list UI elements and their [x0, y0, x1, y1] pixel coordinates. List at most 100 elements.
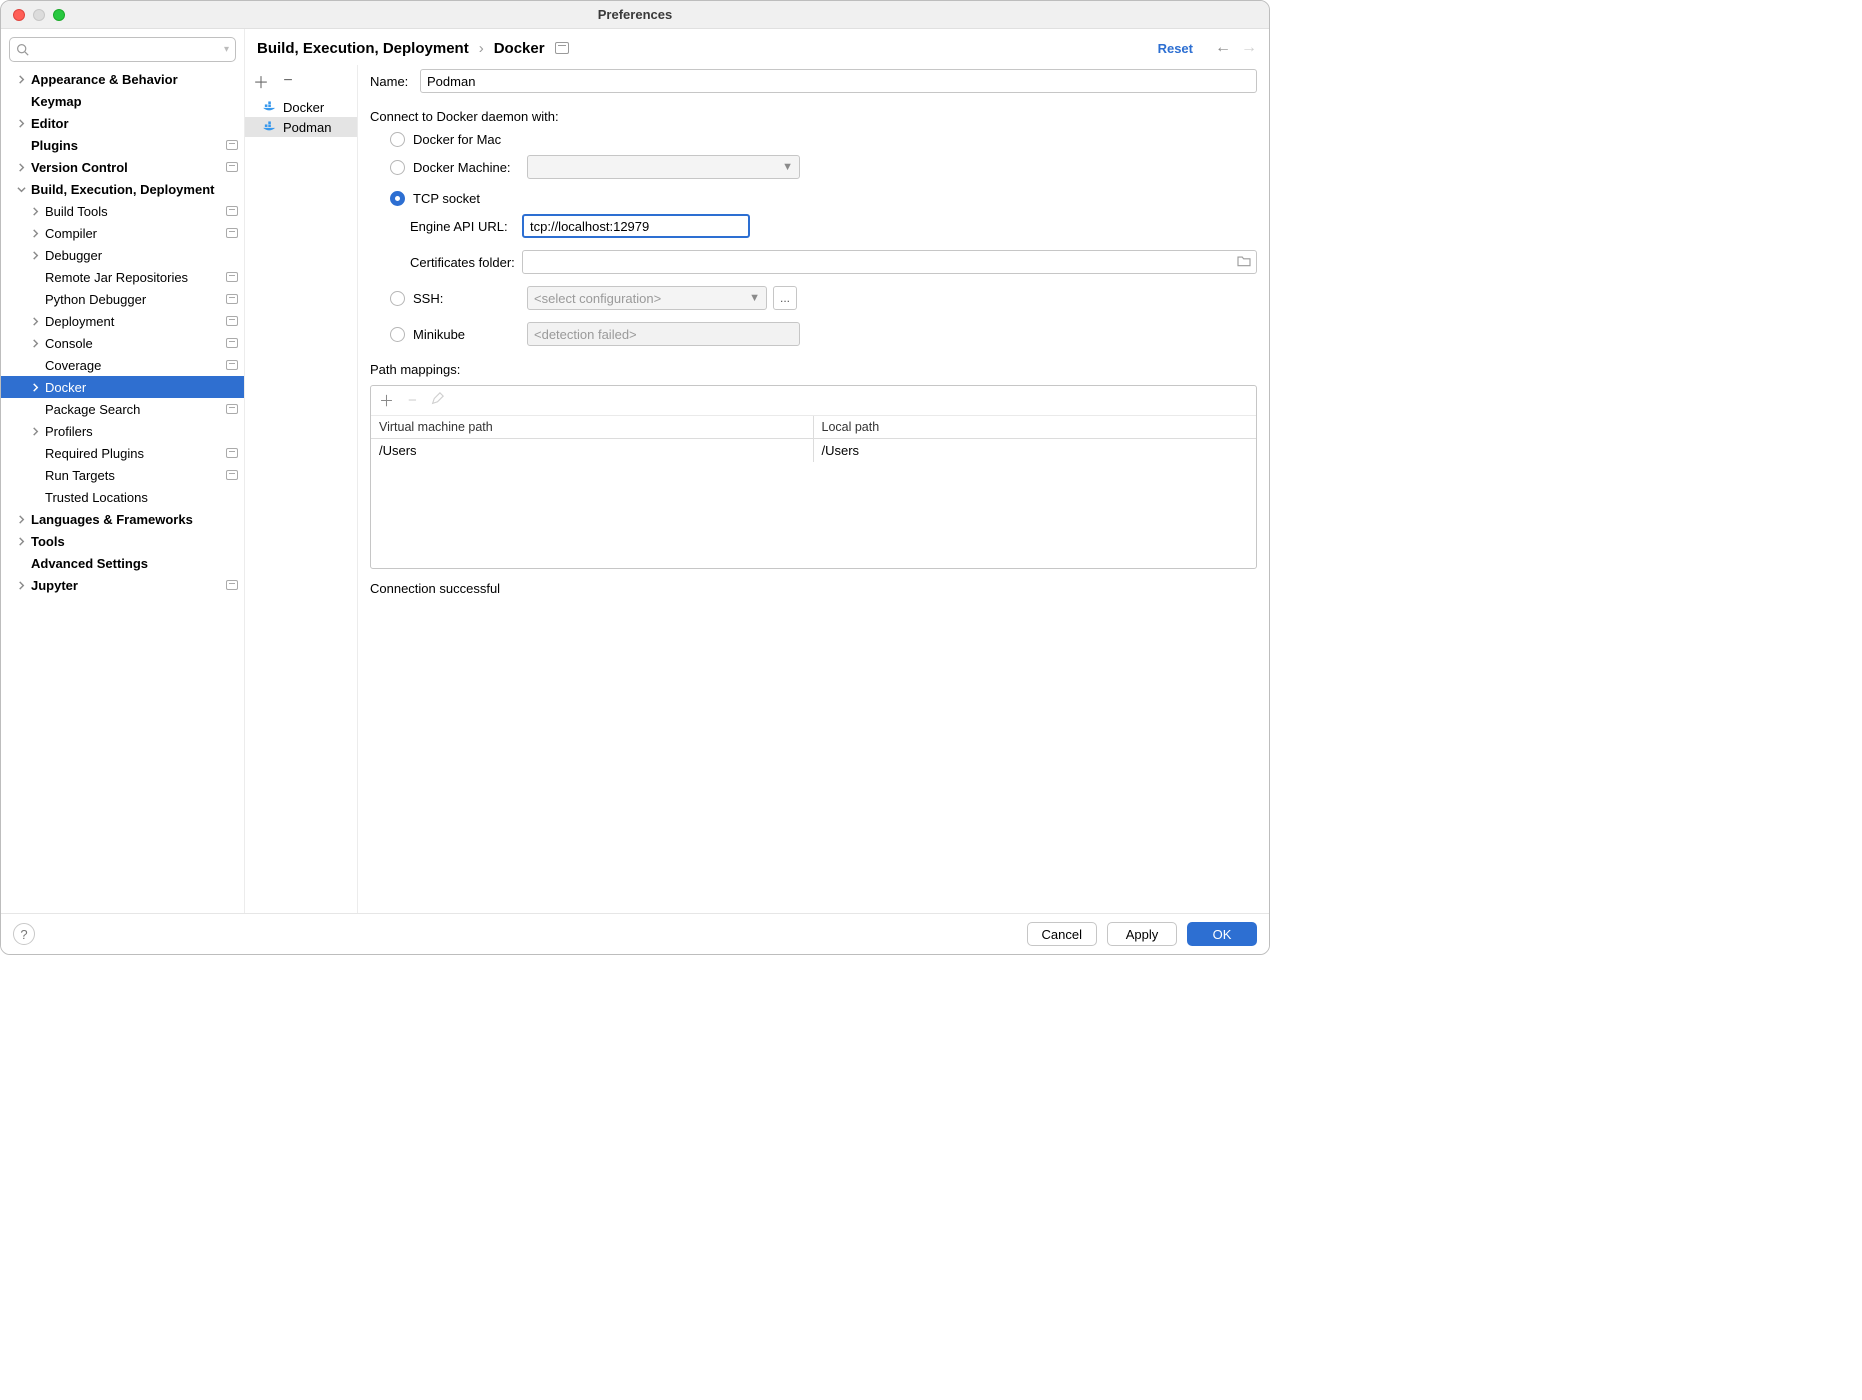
breadcrumb-segment[interactable]: Docker [494, 40, 545, 57]
sidebar-item-coverage[interactable]: Coverage [1, 354, 244, 376]
sidebar-item-label: Package Search [45, 402, 222, 417]
sidebar-item-package-search[interactable]: Package Search [1, 398, 244, 420]
sidebar-item-docker[interactable]: Docker [1, 376, 244, 398]
project-indicator-icon [226, 294, 238, 304]
sidebar-item-console[interactable]: Console [1, 332, 244, 354]
project-indicator-icon [226, 140, 238, 150]
sidebar-item-plugins[interactable]: Plugins [1, 134, 244, 156]
sidebar-item-appearance-behavior[interactable]: Appearance & Behavior [1, 68, 244, 90]
button-bar: ? Cancel Apply OK [1, 913, 1269, 954]
add-mapping-button[interactable]: ＋ [379, 390, 394, 411]
breadcrumb: Build, Execution, Deployment › Docker [257, 40, 1148, 57]
form-area: Name: Connect to Docker daemon with: Doc… [358, 65, 1269, 913]
search-field[interactable]: ▾ [9, 37, 236, 62]
sidebar-item-languages-frameworks[interactable]: Languages & Frameworks [1, 508, 244, 530]
project-indicator-icon [226, 360, 238, 370]
chevron-right-icon[interactable] [29, 381, 41, 393]
name-input[interactable] [420, 69, 1257, 93]
titlebar: Preferences [1, 1, 1269, 29]
sidebar-item-profilers[interactable]: Profilers [1, 420, 244, 442]
radio-tcp-socket[interactable] [390, 191, 405, 206]
sidebar-item-advanced-settings[interactable]: Advanced Settings [1, 552, 244, 574]
sidebar-tree: Appearance & Behavior Keymap Editor Plugins… [1, 68, 244, 913]
sidebar-item-compiler[interactable]: Compiler [1, 222, 244, 244]
chevron-right-icon[interactable] [15, 579, 27, 591]
certs-folder-input[interactable] [522, 250, 1257, 274]
sidebar-item-trusted-locations[interactable]: Trusted Locations [1, 486, 244, 508]
chevron-down-icon: ▼ [782, 161, 793, 173]
connection-status: Connection successful [370, 581, 1257, 596]
radio-label-tcp-socket: TCP socket [413, 191, 480, 206]
sidebar-item-label: Run Targets [45, 468, 222, 483]
sidebar-item-required-plugins[interactable]: Required Plugins [1, 442, 244, 464]
docker-list-item-docker[interactable]: Docker [245, 97, 357, 117]
sidebar-item-label: Editor [31, 116, 238, 131]
connect-section-label: Connect to Docker daemon with: [370, 109, 1257, 124]
chevron-right-icon[interactable] [15, 535, 27, 547]
sidebar-item-deployment[interactable]: Deployment [1, 310, 244, 332]
project-indicator-icon [226, 448, 238, 458]
sidebar-item-editor[interactable]: Editor [1, 112, 244, 134]
ssh-config-select[interactable]: <select configuration> ▼ [527, 286, 767, 310]
sidebar-item-run-targets[interactable]: Run Targets [1, 464, 244, 486]
add-docker-button[interactable]: ＋ [253, 69, 267, 93]
chevron-right-icon[interactable] [15, 513, 27, 525]
remove-mapping-button[interactable]: − [408, 392, 417, 409]
chevron-right-icon[interactable] [29, 315, 41, 327]
back-button[interactable]: ← [1215, 39, 1231, 57]
radio-docker-for-mac[interactable] [390, 132, 405, 147]
sidebar-item-build-execution-deployment[interactable]: Build, Execution, Deployment [1, 178, 244, 200]
sidebar-item-tools[interactable]: Tools [1, 530, 244, 552]
mappings-toolbar: ＋ − [371, 386, 1256, 416]
radio-docker-machine[interactable] [390, 160, 405, 175]
radio-ssh[interactable] [390, 291, 405, 306]
chevron-right-icon[interactable] [29, 425, 41, 437]
certs-folder-label: Certificates folder: [410, 255, 522, 270]
edit-mapping-button[interactable] [431, 392, 444, 409]
chevron-right-icon[interactable] [15, 117, 27, 129]
mapping-row[interactable]: /Users/Users [371, 439, 1256, 462]
docker-list-item-podman[interactable]: Podman [245, 117, 357, 137]
sidebar-item-label: Keymap [31, 94, 238, 109]
content: Build, Execution, Deployment › Docker Re… [245, 29, 1269, 913]
sidebar-item-debugger[interactable]: Debugger [1, 244, 244, 266]
chevron-right-icon[interactable] [29, 249, 41, 261]
chevron-right-icon[interactable] [29, 337, 41, 349]
remove-docker-button[interactable]: − [281, 72, 295, 90]
cancel-button[interactable]: Cancel [1027, 922, 1097, 946]
project-indicator-icon [226, 316, 238, 326]
sidebar-item-jupyter[interactable]: Jupyter [1, 574, 244, 596]
chevron-right-icon[interactable] [29, 227, 41, 239]
minikube-status: <detection failed> [527, 322, 800, 346]
forward-button[interactable]: → [1241, 39, 1257, 57]
folder-icon[interactable] [1237, 255, 1251, 270]
sidebar-item-keymap[interactable]: Keymap [1, 90, 244, 112]
chevron-right-icon[interactable] [15, 73, 27, 85]
chevron-right-icon[interactable] [29, 205, 41, 217]
sidebar-item-build-tools[interactable]: Build Tools [1, 200, 244, 222]
docker-machine-select[interactable]: ▼ [527, 155, 800, 179]
chevron-right-icon[interactable] [15, 161, 27, 173]
mappings-col-local[interactable]: Local path [814, 416, 1257, 438]
apply-button[interactable]: Apply [1107, 922, 1177, 946]
sidebar-item-label: Trusted Locations [45, 490, 238, 505]
sidebar-item-version-control[interactable]: Version Control [1, 156, 244, 178]
sidebar-item-label: Build Tools [45, 204, 222, 219]
mapping-local-path: /Users [814, 439, 1257, 462]
chevron-down-icon[interactable] [15, 183, 27, 195]
ssh-config-more-button[interactable]: ... [773, 286, 797, 310]
radio-label-minikube: Minikube [413, 327, 523, 342]
reset-link[interactable]: Reset [1158, 41, 1193, 56]
ok-button[interactable]: OK [1187, 922, 1257, 946]
sidebar-item-python-debugger[interactable]: Python Debugger [1, 288, 244, 310]
engine-api-url-input[interactable] [522, 214, 750, 238]
help-button[interactable]: ? [13, 923, 35, 945]
search-input[interactable] [35, 42, 218, 57]
mappings-col-vm[interactable]: Virtual machine path [371, 416, 814, 438]
project-indicator-icon [226, 228, 238, 238]
sidebar-item-label: Compiler [45, 226, 222, 241]
breadcrumb-segment[interactable]: Build, Execution, Deployment [257, 40, 469, 57]
sidebar-item-remote-jar-repositories[interactable]: Remote Jar Repositories [1, 266, 244, 288]
sidebar-item-label: Python Debugger [45, 292, 222, 307]
radio-minikube[interactable] [390, 327, 405, 342]
